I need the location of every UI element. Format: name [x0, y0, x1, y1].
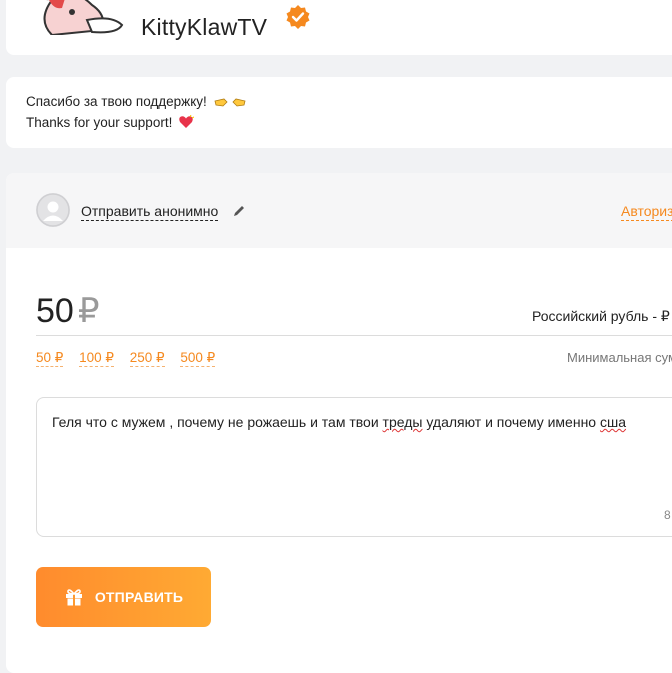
sender-bar: Отправить анонимно Авториз [6, 173, 672, 248]
minimum-sum-label: Минимальная сум [567, 350, 672, 365]
amount-input[interactable]: 50 ₽ [36, 291, 99, 331]
pencil-icon[interactable] [232, 204, 246, 218]
currency-select[interactable]: Российский рубль - ₽ [532, 308, 670, 325]
streamer-header: KittyKlawTV [6, 0, 672, 55]
misspelled-word-1: треды [382, 414, 423, 430]
anonymous-user-icon [36, 193, 70, 227]
thanks-message-card: Спасибо за твою поддержку! Thanks for yo… [6, 77, 672, 148]
sparkling-heart-icon [178, 114, 195, 132]
message-text-part-2: удаляют и почему именно [422, 414, 600, 430]
login-link[interactable]: Авториз [621, 203, 672, 221]
message-text-part-1: Геля что с мужем , почему не рожаешь и т… [52, 414, 383, 430]
avatar [32, 0, 128, 35]
character-counter: 8 [664, 508, 671, 522]
amount-currency-symbol: ₽ [77, 292, 100, 330]
cat-mascot-icon [43, 0, 124, 35]
pointing-hands-icon [213, 94, 247, 111]
thanks-text-ru: Спасибо за твою поддержку! [26, 94, 207, 110]
send-button[interactable]: ОТПРАВИТЬ [36, 567, 211, 627]
misspelled-word-2: сша [599, 414, 627, 430]
gift-icon [65, 589, 82, 606]
streamer-name: KittyKlawTV [141, 14, 268, 40]
amount-presets: 50 ₽ 100 ₽ 250 ₽ 500 ₽ [36, 350, 227, 367]
donation-form: Отправить анонимно Авториз 50 ₽ Российски… [6, 173, 672, 673]
preset-amount-50[interactable]: 50 ₽ [36, 350, 64, 367]
send-anonymously-link[interactable]: Отправить анонимно [81, 203, 219, 221]
send-button-label: ОТПРАВИТЬ [94, 589, 184, 605]
message-textarea[interactable]: Геля что с мужем , почему не рожаешь и т… [36, 397, 672, 537]
thanks-text-en: Thanks for your support! [26, 115, 173, 131]
thanks-line-en: Thanks for your support! [26, 114, 195, 132]
message-text: Геля что с мужем , почему не рожаешь и т… [52, 414, 626, 430]
thanks-line-ru: Спасибо за твою поддержку! [26, 94, 247, 111]
preset-amount-500[interactable]: 500 ₽ [180, 350, 216, 367]
amount-value: 50 [36, 292, 74, 330]
verified-badge-icon [286, 5, 310, 29]
preset-amount-100[interactable]: 100 ₽ [79, 350, 114, 367]
amount-divider [36, 335, 672, 336]
preset-amount-250[interactable]: 250 ₽ [129, 350, 165, 367]
